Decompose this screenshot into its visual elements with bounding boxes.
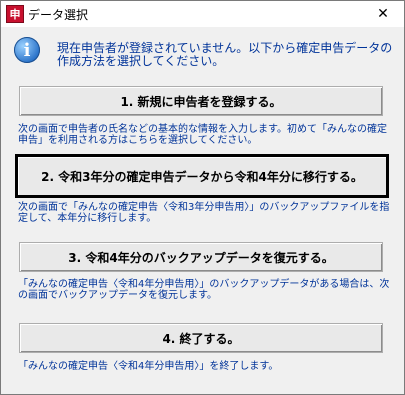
intro-message: 現在申告者が登録されていません。以下から確定申告データの作成方法を選択してくださ… [57, 41, 393, 68]
info-icon: i [14, 37, 40, 63]
title-bar: 申 データ選択 ✕ [1, 1, 404, 27]
restore-backup-description: 「みんなの確定申告〈令和4年分申告用〉」のバックアップデータがある場合は、次の画… [18, 279, 390, 301]
exit-button[interactable]: 4. 終了する。 [19, 323, 383, 353]
app-icon: 申 [6, 5, 24, 23]
window-title: データ選択 [28, 8, 89, 22]
dialog-window: 申 データ選択 ✕ i 現在申告者が登録されていません。以下から確定申告データの… [0, 0, 405, 395]
register-new-filer-description: 次の画面で申告者の氏名などの基本的な情報を入力します。初めて「みんなの確定申告」… [18, 124, 387, 146]
restore-backup-button[interactable]: 3. 令和4年分のバックアップデータを復元する。 [19, 242, 383, 272]
close-icon: ✕ [377, 6, 389, 22]
migrate-previous-year-button[interactable]: 2. 令和3年分の確定申告データから令和4年分に移行する。 [15, 154, 389, 198]
exit-description: 「みんなの確定申告〈令和4年分申告用〉」を終了します。 [18, 361, 279, 372]
register-new-filer-button[interactable]: 1. 新規に申告者を登録する。 [19, 86, 383, 116]
migrate-previous-year-description: 次の画面で「みんなの確定申告〈令和3年分申告用〉」のバックアップファイルを指定し… [18, 202, 390, 224]
close-button[interactable]: ✕ [368, 2, 398, 26]
